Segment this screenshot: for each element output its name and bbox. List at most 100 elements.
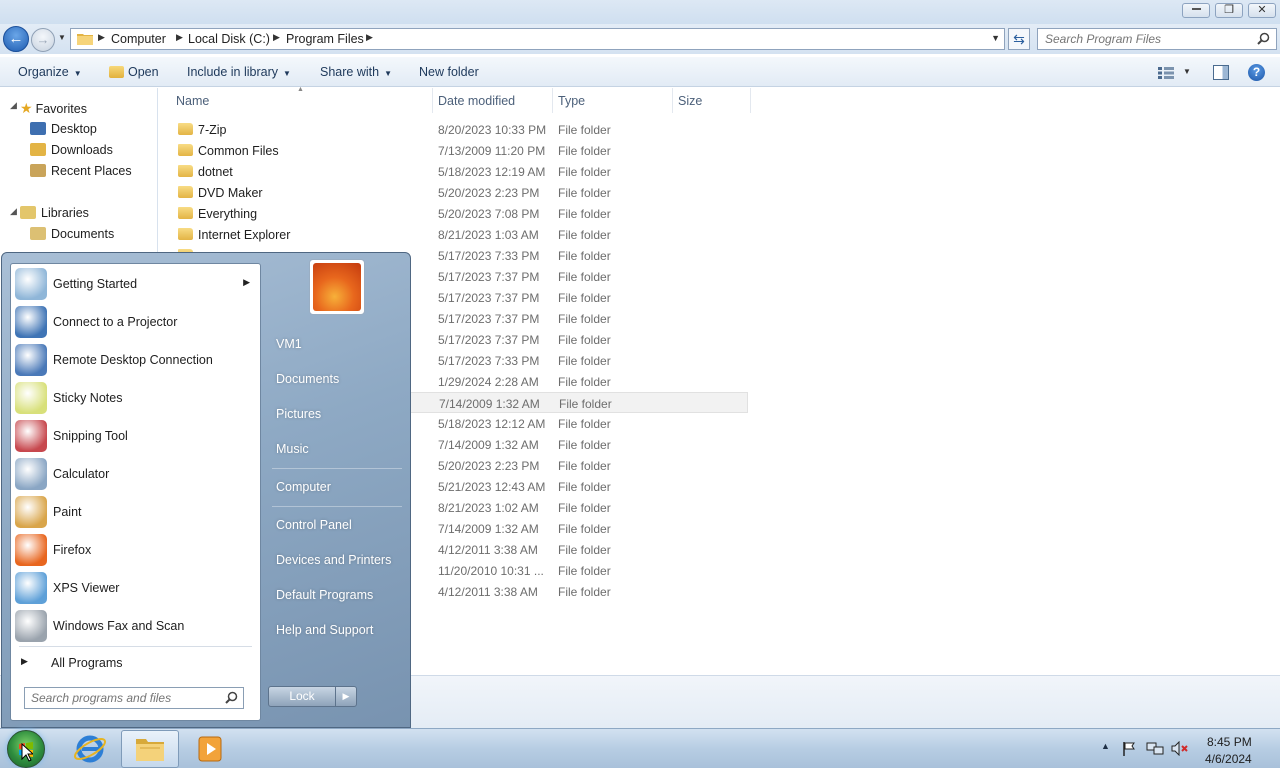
recent-pages-button[interactable]: ▼ xyxy=(58,33,66,42)
organize-button[interactable]: Organize ▼ xyxy=(18,65,82,79)
start-program-firefox[interactable]: Firefox xyxy=(11,531,260,569)
breadcrumb-separator[interactable]: ▶ xyxy=(366,32,373,43)
file-name: DVD Maker xyxy=(198,186,263,200)
close-button[interactable]: ✕ xyxy=(1248,3,1276,18)
change-view-icon[interactable] xyxy=(1158,67,1174,79)
column-divider[interactable] xyxy=(672,88,673,113)
share-with-button[interactable]: Share with ▼ xyxy=(320,65,392,79)
file-row[interactable]: 7-Zip 8/20/2023 10:33 PM File folder xyxy=(160,119,760,140)
user-picture[interactable] xyxy=(309,259,365,315)
nav-documents[interactable]: Documents xyxy=(30,227,114,241)
column-name-header[interactable]: Name xyxy=(176,94,209,108)
breadcrumb-separator[interactable]: ▶ xyxy=(98,32,105,43)
start-link-computer[interactable]: Computer xyxy=(276,480,331,494)
sort-ascending-icon: ▲ xyxy=(297,86,304,93)
start-program-projector[interactable]: Connect to a Projector xyxy=(11,303,260,341)
action-center-flag-icon[interactable] xyxy=(1122,741,1136,756)
nav-libraries[interactable]: Libraries xyxy=(20,206,89,220)
all-programs-button[interactable]: ▶ All Programs xyxy=(11,652,260,674)
file-type: File folder xyxy=(558,585,611,599)
start-program-remote-desktop[interactable]: Remote Desktop Connection xyxy=(11,341,260,379)
file-type: File folder xyxy=(558,522,611,536)
address-history-dropdown[interactable]: ▼ xyxy=(991,33,1000,43)
breadcrumb-separator[interactable]: ▶ xyxy=(176,32,183,43)
file-row[interactable]: Common Files 7/13/2009 11:20 PM File folde… xyxy=(160,140,760,161)
breadcrumb-separator[interactable]: ▶ xyxy=(273,32,280,43)
file-row[interactable]: Everything 5/20/2023 7:08 PM File folder xyxy=(160,203,760,224)
file-row[interactable]: DVD Maker 5/20/2023 2:23 PM File folder xyxy=(160,182,760,203)
clock-time[interactable]: 8:45 PM xyxy=(1207,735,1252,749)
column-divider[interactable] xyxy=(750,88,751,113)
organize-label: Organize xyxy=(18,65,69,79)
file-row[interactable]: dotnet 5/18/2023 12:19 AM File folder xyxy=(160,161,760,182)
collapse-libraries-icon[interactable]: ◢ xyxy=(10,206,17,217)
desktop-icon xyxy=(30,122,46,135)
nav-recent-places[interactable]: Recent Places xyxy=(30,164,132,178)
file-date-modified: 5/20/2023 2:23 PM xyxy=(438,459,540,473)
search-box[interactable] xyxy=(1037,28,1277,50)
breadcrumb-computer[interactable]: Computer xyxy=(111,32,166,46)
nav-favorites[interactable]: ★ Favorites xyxy=(20,100,87,117)
start-link-control-panel[interactable]: Control Panel xyxy=(276,518,352,532)
address-bar[interactable]: ▶ Computer ▶ Local Disk (C:) ▶ Program F… xyxy=(70,28,1005,50)
include-in-library-button[interactable]: Include in library ▼ xyxy=(187,65,291,79)
minimize-button[interactable] xyxy=(1182,3,1210,18)
start-link-pictures[interactable]: Pictures xyxy=(276,407,321,421)
media-player-icon[interactable] xyxy=(190,732,230,766)
column-type-header[interactable]: Type xyxy=(558,94,585,108)
column-divider[interactable] xyxy=(432,88,433,113)
windows-explorer-taskbar-button[interactable] xyxy=(121,730,179,768)
start-program-fax-scan[interactable]: Windows Fax and Scan xyxy=(11,607,260,645)
file-type: File folder xyxy=(558,480,611,494)
nav-downloads[interactable]: Downloads xyxy=(30,143,113,157)
network-icon[interactable] xyxy=(1146,741,1164,756)
chevron-right-icon[interactable]: ▶ xyxy=(243,277,250,288)
start-link-default-programs[interactable]: Default Programs xyxy=(276,588,373,602)
getting-started-icon xyxy=(15,268,47,300)
start-program-calculator[interactable]: Calculator xyxy=(11,455,260,493)
nav-downloads-label: Downloads xyxy=(51,143,113,157)
start-program-getting-started[interactable]: Getting Started ▶ xyxy=(11,265,260,303)
start-program-paint[interactable]: Paint xyxy=(11,493,260,531)
search-input[interactable] xyxy=(1038,29,1248,49)
start-search-input[interactable] xyxy=(25,688,220,708)
new-folder-button[interactable]: New folder xyxy=(419,65,479,79)
start-link-devices-printers[interactable]: Devices and Printers xyxy=(276,553,391,567)
refresh-button[interactable]: ⇆ xyxy=(1008,28,1030,50)
forward-button[interactable]: → xyxy=(31,28,55,52)
preview-pane-icon[interactable] xyxy=(1213,65,1229,80)
start-program-label: Calculator xyxy=(53,467,110,481)
open-button[interactable]: Open xyxy=(109,65,159,79)
folder-icon xyxy=(178,123,193,135)
start-search-box[interactable] xyxy=(24,687,244,709)
breadcrumb-program-files[interactable]: Program Files xyxy=(286,32,364,46)
file-row[interactable]: Internet Explorer 8/21/2023 1:03 AM File f… xyxy=(160,224,760,245)
start-program-sticky-notes[interactable]: Sticky Notes xyxy=(11,379,260,417)
column-date-header[interactable]: Date modified xyxy=(438,94,515,108)
start-link-user[interactable]: VM1 xyxy=(276,337,302,351)
file-name: dotnet xyxy=(198,165,233,179)
back-button[interactable]: ← xyxy=(3,26,29,52)
shutdown-options-button[interactable]: ▶ xyxy=(335,686,357,707)
internet-explorer-icon[interactable] xyxy=(70,732,110,766)
volume-muted-icon[interactable] xyxy=(1171,741,1189,756)
start-link-documents[interactable]: Documents xyxy=(276,372,339,386)
nav-libraries-label: Libraries xyxy=(41,206,89,220)
snipping-tool-icon xyxy=(15,420,47,452)
column-divider[interactable] xyxy=(552,88,553,113)
views-dropdown-icon[interactable]: ▼ xyxy=(1183,67,1191,76)
maximize-button[interactable]: ❐ xyxy=(1215,3,1243,18)
start-link-help-support[interactable]: Help and Support xyxy=(276,623,373,637)
collapse-favorites-icon[interactable]: ◢ xyxy=(10,100,17,111)
nav-desktop[interactable]: Desktop xyxy=(30,122,97,136)
lock-button[interactable]: Lock xyxy=(268,686,336,707)
breadcrumb-local-disk[interactable]: Local Disk (C:) xyxy=(188,32,270,46)
start-program-xps-viewer[interactable]: XPS Viewer xyxy=(11,569,260,607)
help-icon[interactable]: ? xyxy=(1248,64,1265,81)
start-link-music[interactable]: Music xyxy=(276,442,309,456)
clock-date[interactable]: 4/6/2024 xyxy=(1205,752,1252,766)
chevron-down-icon: ▼ xyxy=(283,69,291,78)
column-size-header[interactable]: Size xyxy=(678,94,702,108)
show-hidden-icons-button[interactable]: ▲ xyxy=(1101,741,1110,751)
start-program-snipping-tool[interactable]: Snipping Tool xyxy=(11,417,260,455)
